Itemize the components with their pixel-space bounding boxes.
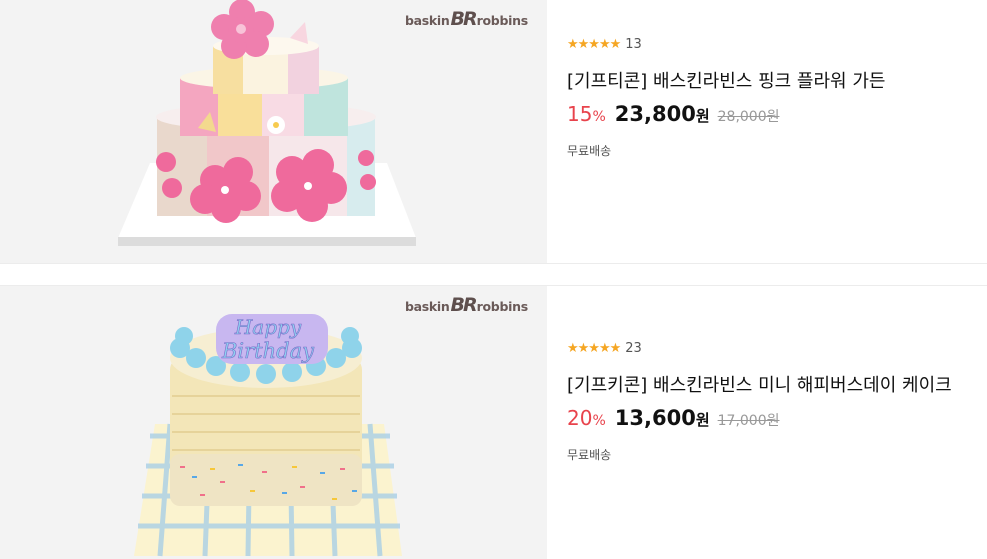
review-count: 23 bbox=[625, 341, 642, 356]
product-info: ★★★★★ 23 [기프키콘] 배스킨라빈스 미니 해피버스데이 케이크 20 … bbox=[547, 286, 987, 559]
discount-rate: 20 bbox=[567, 406, 593, 430]
price-unit: 원 bbox=[695, 411, 710, 429]
divider bbox=[0, 263, 987, 264]
price-row: 20 % 13,600 원 17,000원 bbox=[567, 406, 780, 430]
star-rating-icon: ★★★★★ bbox=[567, 37, 621, 52]
price-unit: 원 bbox=[695, 107, 710, 125]
birthday-cake-image: Happy Birthday bbox=[134, 314, 402, 557]
product-image[interactable]: baskinBRrobbins bbox=[0, 0, 547, 263]
price-row: 15 % 23,800 원 28,000원 bbox=[567, 102, 780, 126]
svg-text:Happy: Happy bbox=[234, 315, 302, 339]
product-title[interactable]: [기프티콘] 배스킨라빈스 핑크 플라워 가든 bbox=[567, 67, 885, 93]
product-card[interactable]: baskinBRrobbins ★★★★★ 13 [기프티콘] 배스킨라빈스 핑… bbox=[0, 0, 987, 263]
product-image[interactable]: Happy Birthday baskinBRrobbins bbox=[0, 286, 547, 559]
discount-unit: % bbox=[592, 109, 606, 125]
rating: ★★★★★ 13 bbox=[567, 37, 642, 52]
original-price: 17,000원 bbox=[717, 413, 780, 429]
sale-price: 23,800 bbox=[614, 102, 696, 126]
brand-logo: baskinBRrobbins bbox=[405, 8, 528, 30]
rating: ★★★★★ 23 bbox=[567, 341, 642, 356]
svg-text:Birthday: Birthday bbox=[221, 339, 315, 363]
brand-logo: baskinBRrobbins bbox=[405, 294, 528, 316]
discount-rate: 15 bbox=[567, 102, 593, 126]
product-title[interactable]: [기프키콘] 배스킨라빈스 미니 해피버스데이 케이크 bbox=[567, 371, 952, 397]
discount-unit: % bbox=[592, 413, 606, 429]
review-count: 13 bbox=[625, 37, 642, 52]
sale-price: 13,600 bbox=[614, 406, 696, 430]
star-rating-icon: ★★★★★ bbox=[567, 341, 621, 356]
product-card[interactable]: Happy Birthday baskinBRrobbins ★★★★★ 23 … bbox=[0, 286, 987, 559]
flower-garden-cake-image bbox=[118, 0, 416, 246]
original-price: 28,000원 bbox=[717, 109, 780, 125]
product-info: ★★★★★ 13 [기프티콘] 배스킨라빈스 핑크 플라워 가든 15 % 23… bbox=[547, 0, 987, 263]
shipping-label: 무료배송 bbox=[567, 448, 612, 462]
shipping-label: 무료배송 bbox=[567, 144, 612, 158]
